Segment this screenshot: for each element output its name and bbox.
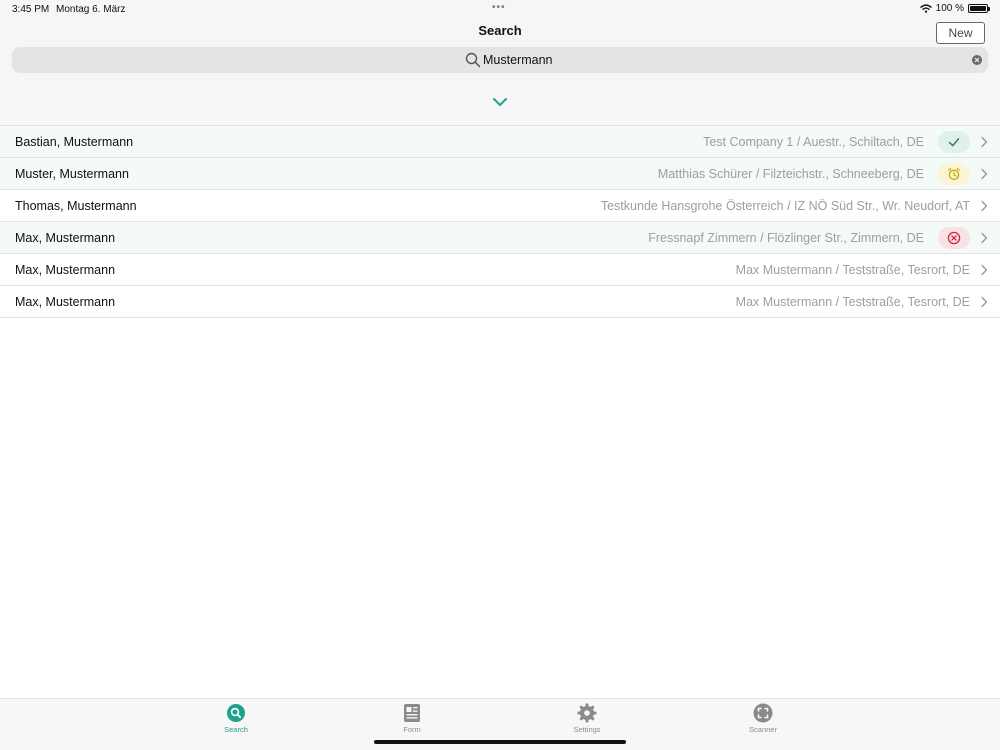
form-icon — [404, 704, 420, 722]
expand-filters-chevron-down-icon[interactable] — [490, 96, 510, 110]
wifi-icon — [919, 4, 932, 13]
tab-form[interactable]: Form — [382, 703, 442, 734]
row-name: Muster, Mustermann — [15, 167, 129, 181]
list-item[interactable]: Muster, Mustermann Matthias Schürer / Fi… — [0, 158, 1000, 190]
battery-icon — [968, 4, 990, 13]
result-list: Bastian, Mustermann Test Company 1 / Aue… — [0, 126, 1000, 318]
row-detail: Fressnapf Zimmern / Flözlinger Str., Zim… — [648, 231, 924, 245]
header: Search New — [0, 18, 1000, 126]
row-name: Max, Mustermann — [15, 295, 116, 309]
chevron-right-icon — [981, 296, 988, 308]
tab-search[interactable]: Search — [206, 703, 266, 734]
status-time: 3:45 PM — [12, 4, 50, 15]
list-item[interactable]: Max, Mustermann Fressnapf Zimmern / Flöz… — [0, 222, 1000, 254]
tab-label: Search — [224, 725, 248, 734]
battery-percentage: 100 % — [935, 3, 964, 14]
row-detail: Testkunde Hansgrohe Österreich / IZ NÖ S… — [600, 199, 970, 213]
status-bar: 3:45 PM Montag 6. März ••• 100 % — [0, 0, 1000, 18]
chevron-right-icon — [981, 200, 988, 212]
search-icon — [227, 704, 245, 722]
page-title: Search — [478, 23, 522, 38]
multitasking-dots-icon[interactable]: ••• — [492, 2, 506, 13]
chevron-right-icon — [981, 168, 988, 180]
chevron-right-icon — [981, 264, 988, 276]
check-icon — [948, 138, 960, 147]
status-date: Montag 6. März — [56, 4, 126, 15]
tab-settings[interactable]: Settings — [557, 703, 617, 734]
row-detail: Matthias Schürer / Filzteichstr., Schnee… — [657, 167, 924, 181]
list-item[interactable]: Max, Mustermann Max Mustermann / Teststr… — [0, 254, 1000, 286]
clear-search-icon[interactable] — [972, 55, 982, 65]
search-input[interactable] — [483, 51, 923, 69]
row-name: Bastian, Mustermann — [15, 135, 134, 149]
search-icon — [465, 52, 481, 68]
scanner-icon — [753, 703, 773, 723]
list-item[interactable]: Thomas, Mustermann Testkunde Hansgrohe Ö… — [0, 190, 1000, 222]
row-name: Max, Mustermann — [15, 231, 116, 245]
home-indicator[interactable] — [374, 740, 626, 744]
list-item[interactable]: Bastian, Mustermann Test Company 1 / Aue… — [0, 126, 1000, 158]
row-name: Max, Mustermann — [15, 263, 116, 277]
tab-label: Form — [403, 725, 421, 734]
row-detail: Max Mustermann / Teststraße, Tesrort, DE — [735, 295, 970, 309]
battery-fill — [970, 6, 986, 11]
tab-label: Settings — [573, 725, 601, 734]
status-indicators: 100 % — [919, 3, 990, 14]
x-circle-icon — [947, 231, 961, 245]
row-detail: Max Mustermann / Teststraße, Tesrort, DE — [735, 263, 970, 277]
list-item[interactable]: Max, Mustermann Max Mustermann / Teststr… — [0, 286, 1000, 318]
status-badge-x-circle-icon — [938, 227, 970, 249]
alarm-clock-icon — [948, 167, 960, 181]
row-detail: Test Company 1 / Auestr., Schiltach, DE — [703, 135, 924, 149]
gear-icon — [577, 703, 597, 723]
search-bar[interactable] — [12, 47, 988, 73]
new-button[interactable]: New — [936, 22, 985, 44]
chevron-right-icon — [981, 232, 988, 244]
status-badge-alarm-clock-icon — [938, 163, 970, 185]
status-badge-check-icon — [938, 131, 970, 153]
tab-scanner[interactable]: Scanner — [733, 703, 793, 734]
tab-label: Scanner — [749, 725, 777, 734]
chevron-right-icon — [981, 136, 988, 148]
row-name: Thomas, Mustermann — [15, 199, 137, 213]
